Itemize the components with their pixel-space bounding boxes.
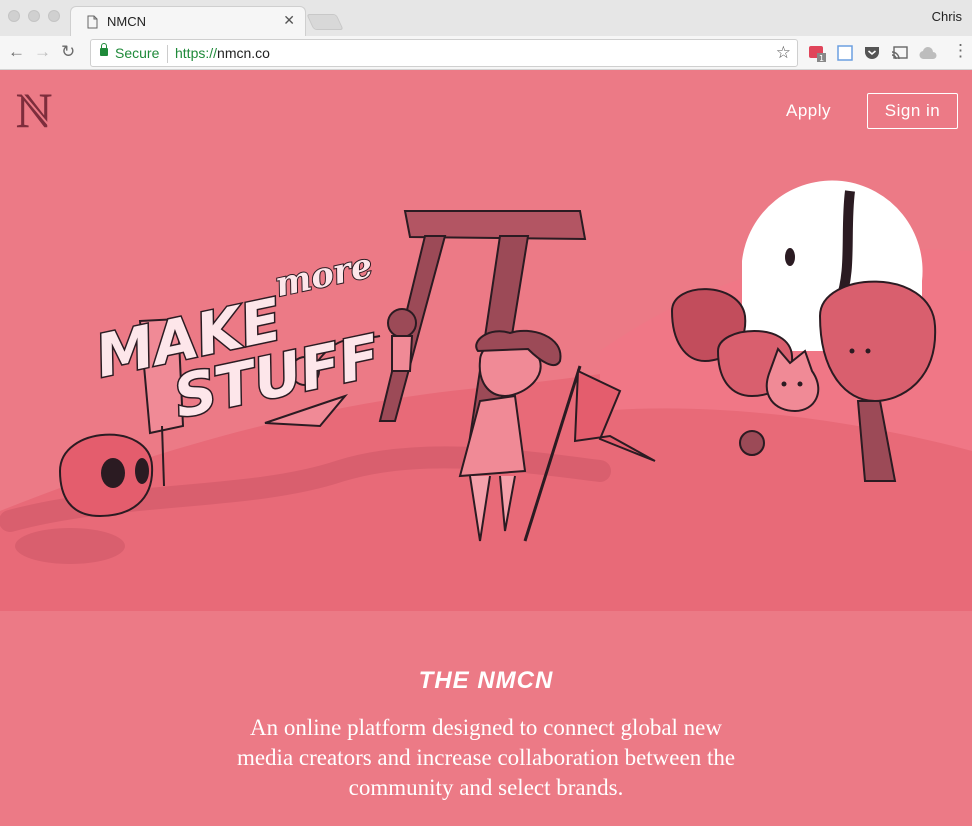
browser-tab-bar: NMCN ✕ Chris: [0, 0, 972, 36]
moon-eye: [785, 248, 795, 266]
drive-icon[interactable]: [919, 44, 937, 62]
about-heading: THE NMCN: [418, 667, 554, 694]
skull-eye: [135, 458, 149, 484]
window-extension-icon[interactable]: [836, 44, 854, 62]
forward-arrow-icon[interactable]: →: [34, 42, 51, 62]
cat-eye: [781, 381, 787, 387]
bush: [739, 430, 765, 456]
about-description: An online platform designed to connect g…: [236, 715, 736, 800]
window-minimize-button[interactable]: [28, 10, 40, 22]
url-scheme: https://: [175, 45, 218, 61]
nmcn-logo[interactable]: N: [14, 87, 60, 131]
apply-link[interactable]: Apply: [786, 101, 831, 121]
sign-in-button[interactable]: Sign in: [867, 93, 958, 129]
ground-shadow: [15, 528, 125, 564]
reload-icon[interactable]: ↻: [61, 42, 75, 62]
cat-eye: [797, 381, 803, 387]
tree-face-eye: [849, 348, 855, 354]
star-icon[interactable]: ☆: [776, 43, 791, 63]
gate-beam: [403, 210, 587, 241]
lock-icon: [100, 43, 108, 56]
window-close-button[interactable]: [8, 10, 20, 22]
girl-body-small: [391, 335, 414, 372]
close-icon[interactable]: ✕: [283, 12, 295, 29]
back-arrow-icon[interactable]: ←: [8, 42, 25, 62]
extension-icon[interactable]: 1: [808, 44, 826, 62]
cast-icon[interactable]: [891, 44, 909, 62]
tab-title: NMCN: [107, 14, 146, 29]
tree-face-eye: [865, 348, 871, 354]
page-content: N Apply Sign in: [0, 71, 972, 826]
skull-eye: [101, 458, 125, 488]
new-tab-button[interactable]: [306, 14, 344, 30]
menu-icon[interactable]: ⋮: [952, 41, 969, 61]
art-more: more: [272, 246, 376, 306]
window-zoom-button[interactable]: [48, 10, 60, 22]
url-text[interactable]: https://nmcn.co: [175, 45, 270, 61]
girl-character-small: [387, 308, 417, 338]
url-host: nmcn.co: [217, 45, 270, 61]
address-bar[interactable]: Secure https://nmcn.co ☆: [90, 39, 798, 67]
pocket-icon[interactable]: [863, 44, 881, 62]
browser-toolbar: ← → ↻ Secure https://nmcn.co ☆ 1 ⋮: [0, 36, 972, 70]
document-icon: [87, 15, 98, 29]
hero-illustration: MAKE more STUFF: [0, 180, 972, 611]
profile-name[interactable]: Chris: [932, 9, 962, 24]
secure-label: Secure: [115, 45, 160, 61]
extension-badge: 1: [819, 54, 824, 62]
browser-tab[interactable]: NMCN ✕: [70, 6, 306, 36]
address-divider: [167, 45, 168, 63]
